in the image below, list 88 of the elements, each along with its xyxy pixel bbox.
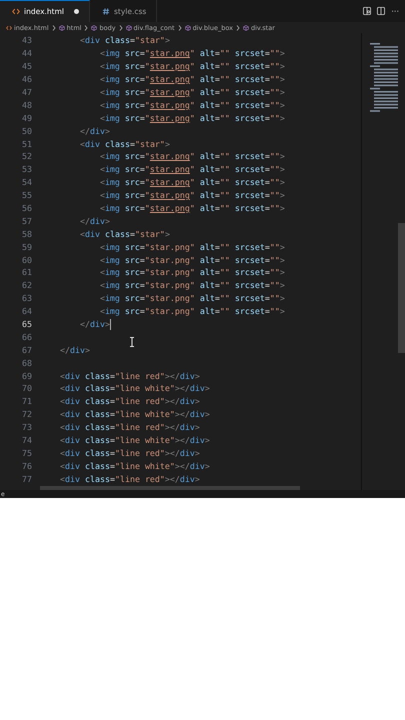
- line-number: 70: [21, 383, 32, 394]
- code-line: <img src="star.png" alt="" srcset="">: [98, 280, 285, 290]
- preview-icon[interactable]: [363, 7, 372, 15]
- line-number: 49: [21, 112, 32, 123]
- line-number: 68: [21, 358, 32, 368]
- code-line: <div class="line red"></div>: [58, 370, 200, 381]
- chevron-right-icon: [178, 24, 182, 30]
- line-number: 48: [21, 100, 32, 110]
- line-number: 64: [21, 306, 32, 316]
- code-line: <div class="star">: [78, 35, 170, 46]
- code-line: <div class="star">: [78, 228, 170, 239]
- code-line: <img src="star.png" alt="" srcset="">: [98, 293, 285, 304]
- line-number: 67: [21, 344, 32, 355]
- line-number: 69: [21, 370, 32, 381]
- code-line: <img src="star.png" alt="" srcset="">: [98, 100, 285, 110]
- cube-icon: [91, 24, 98, 30]
- line-number: 58: [21, 228, 32, 239]
- code-line: <div class="line red"></div>: [58, 422, 200, 432]
- code-line: <img src="star.png" alt="" srcset="">: [98, 203, 285, 214]
- code-line: <img src="star.png" alt="" srcset="">: [98, 87, 285, 97]
- line-number: 60: [21, 254, 32, 265]
- code-line: <img src="star.png" alt="" srcset="">: [98, 306, 285, 316]
- code-line: <img src="star.png" alt="" srcset="">: [98, 254, 285, 265]
- code-line: <img src="star.png" alt="" srcset="">: [98, 177, 285, 188]
- code-line: <div class="line red"></div>: [58, 474, 200, 484]
- line-number: 45: [21, 61, 32, 72]
- line-number: 63: [21, 293, 32, 304]
- ibeam-cursor-icon: [129, 337, 135, 347]
- code-line: <img src="star.png" alt="" srcset="">: [98, 151, 285, 162]
- text-cursor: [110, 318, 111, 330]
- line-number: 50: [21, 126, 32, 136]
- code-line: <div class="star">: [78, 138, 170, 149]
- line-number: 46: [21, 74, 32, 84]
- cube-icon: [58, 24, 65, 30]
- code-line: <img src="star.png" alt="" srcset="">: [98, 190, 285, 200]
- more-actions-button[interactable]: ···: [391, 6, 399, 16]
- code-line: <div class="line white"></div>: [58, 435, 210, 446]
- chevron-right-icon: [236, 24, 240, 30]
- line-number: 71: [21, 396, 32, 406]
- line-number: 77: [21, 474, 32, 484]
- code-line: <img src="star.png" alt="" srcset="">: [98, 112, 285, 123]
- line-number: 53: [21, 164, 32, 174]
- line-number: 44: [21, 48, 32, 58]
- line-number: 65: [21, 319, 32, 330]
- line-number: 74: [21, 435, 32, 446]
- cube-icon: [184, 24, 191, 30]
- code-line: <div class="line white"></div>: [58, 460, 210, 471]
- line-number: 54: [21, 177, 32, 188]
- unsaved-dot-icon: [74, 9, 79, 14]
- line-number: 51: [21, 138, 32, 149]
- code-brackets-icon: [6, 24, 12, 30]
- line-number: 52: [21, 151, 32, 162]
- line-number: 47: [21, 87, 32, 97]
- chevron-right-icon: [118, 24, 123, 30]
- code-line: <img src="star.png" alt="" srcset="">: [98, 267, 285, 278]
- code-line: <img src="star.png" alt="" srcset="">: [98, 164, 285, 174]
- line-number: 62: [21, 280, 32, 290]
- code-line: <div class="line red"></div>: [58, 448, 200, 458]
- code-line: </div>: [78, 319, 110, 330]
- code-line: <img src="star.png" alt="" srcset="">: [98, 48, 285, 58]
- line-number: 72: [21, 409, 32, 420]
- line-number: 66: [21, 332, 32, 342]
- split-editor-icon[interactable]: [377, 7, 386, 15]
- line-number: 76: [21, 460, 32, 471]
- code-line: <img src="star.png" alt="" srcset="">: [98, 74, 285, 84]
- code-line: <div class="line white"></div>: [58, 409, 210, 420]
- line-number: 57: [21, 216, 32, 226]
- line-number: 75: [21, 448, 32, 458]
- code-line: <img src="star.png" alt="" srcset="">: [98, 61, 285, 72]
- code-line: <div class="line white"></div>: [58, 383, 210, 394]
- vertical-scrollbar[interactable]: [398, 223, 405, 353]
- line-number: 43: [21, 35, 32, 46]
- line-number: 73: [21, 422, 32, 432]
- hash-icon: [102, 8, 110, 14]
- code-line: </div>: [58, 344, 90, 355]
- cube-icon: [242, 24, 249, 30]
- code-line: <img src="star.png" alt="" srcset="">: [98, 242, 285, 252]
- line-number: 59: [21, 242, 32, 252]
- code-brackets-icon: [12, 8, 20, 15]
- code-line: <div class="line red"></div>: [58, 396, 200, 406]
- line-number: 56: [21, 203, 32, 214]
- code-line: </div>: [78, 126, 110, 136]
- line-number: 61: [21, 267, 32, 278]
- chevron-right-icon: [84, 24, 88, 30]
- code-line: </div>: [78, 216, 110, 226]
- cube-icon: [126, 24, 132, 30]
- chevron-right-icon: [52, 24, 56, 30]
- line-number: 55: [21, 190, 32, 200]
